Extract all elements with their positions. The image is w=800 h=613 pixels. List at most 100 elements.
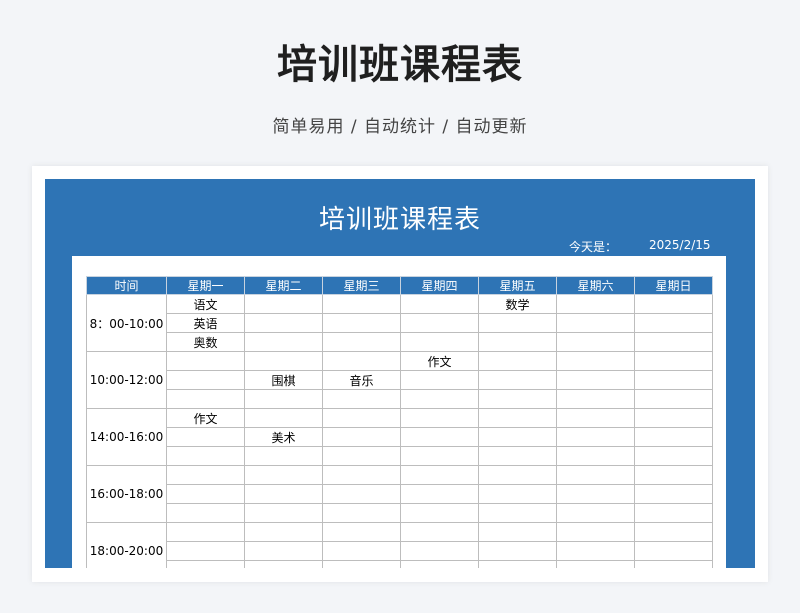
- course-cell[interactable]: [556, 522, 635, 542]
- course-cell[interactable]: [400, 408, 479, 428]
- course-cell[interactable]: [166, 389, 245, 409]
- course-cell[interactable]: [322, 503, 401, 523]
- course-cell[interactable]: [166, 465, 245, 485]
- course-cell[interactable]: [322, 389, 401, 409]
- course-cell[interactable]: 音乐: [322, 370, 401, 390]
- course-cell[interactable]: [244, 332, 323, 352]
- course-cell[interactable]: [478, 541, 557, 561]
- course-cell[interactable]: [166, 541, 245, 561]
- course-cell[interactable]: [478, 332, 557, 352]
- time-slot-cell[interactable]: 10:00-12:00: [86, 351, 167, 409]
- course-cell[interactable]: [634, 484, 713, 504]
- course-cell[interactable]: [478, 351, 557, 371]
- course-cell[interactable]: [556, 294, 635, 314]
- course-cell[interactable]: [400, 313, 479, 333]
- course-cell[interactable]: [166, 351, 245, 371]
- course-cell[interactable]: [244, 351, 323, 371]
- course-cell[interactable]: [322, 541, 401, 561]
- course-cell[interactable]: [244, 408, 323, 428]
- course-cell[interactable]: [478, 389, 557, 409]
- course-cell[interactable]: [244, 560, 323, 568]
- course-cell[interactable]: [166, 427, 245, 447]
- column-header[interactable]: 星期四: [400, 276, 479, 295]
- course-cell[interactable]: [478, 503, 557, 523]
- course-cell[interactable]: 美术: [244, 427, 323, 447]
- course-cell[interactable]: [400, 522, 479, 542]
- course-cell[interactable]: [556, 408, 635, 428]
- time-slot-cell[interactable]: 14:00-16:00: [86, 408, 167, 466]
- column-header[interactable]: 星期三: [322, 276, 401, 295]
- time-slot-cell[interactable]: 16:00-18:00: [86, 465, 167, 523]
- course-cell[interactable]: [478, 408, 557, 428]
- course-cell[interactable]: [634, 332, 713, 352]
- course-cell[interactable]: [634, 370, 713, 390]
- course-cell[interactable]: [634, 294, 713, 314]
- course-cell[interactable]: [400, 427, 479, 447]
- course-cell[interactable]: [634, 541, 713, 561]
- course-cell[interactable]: 作文: [400, 351, 479, 371]
- course-cell[interactable]: [400, 503, 479, 523]
- course-cell[interactable]: [244, 522, 323, 542]
- course-cell[interactable]: [244, 484, 323, 504]
- course-cell[interactable]: [322, 427, 401, 447]
- course-cell[interactable]: [400, 332, 479, 352]
- course-cell[interactable]: [556, 541, 635, 561]
- course-cell[interactable]: [244, 389, 323, 409]
- course-cell[interactable]: [322, 465, 401, 485]
- course-cell[interactable]: [634, 465, 713, 485]
- course-cell[interactable]: [166, 484, 245, 504]
- course-cell[interactable]: [400, 541, 479, 561]
- course-cell[interactable]: [556, 332, 635, 352]
- course-cell[interactable]: [400, 294, 479, 314]
- course-cell[interactable]: [634, 313, 713, 333]
- column-header[interactable]: 星期六: [556, 276, 635, 295]
- column-header[interactable]: 星期日: [634, 276, 713, 295]
- course-cell[interactable]: [322, 484, 401, 504]
- course-cell[interactable]: [400, 465, 479, 485]
- date-value[interactable]: 2025/2/15: [649, 238, 711, 252]
- column-header[interactable]: 时间: [86, 276, 167, 295]
- course-cell[interactable]: [556, 503, 635, 523]
- course-cell[interactable]: [478, 446, 557, 466]
- course-cell[interactable]: [322, 294, 401, 314]
- course-cell[interactable]: [400, 370, 479, 390]
- course-cell[interactable]: [634, 503, 713, 523]
- course-cell[interactable]: [634, 389, 713, 409]
- course-cell[interactable]: [322, 446, 401, 466]
- course-cell[interactable]: [478, 465, 557, 485]
- course-cell[interactable]: [556, 427, 635, 447]
- course-cell[interactable]: [556, 465, 635, 485]
- course-cell[interactable]: [166, 522, 245, 542]
- course-cell[interactable]: [400, 560, 479, 568]
- course-cell[interactable]: [400, 484, 479, 504]
- course-cell[interactable]: [322, 408, 401, 428]
- course-cell[interactable]: [478, 484, 557, 504]
- course-cell[interactable]: [244, 446, 323, 466]
- column-header[interactable]: 星期二: [244, 276, 323, 295]
- course-cell[interactable]: [244, 465, 323, 485]
- course-cell[interactable]: [322, 522, 401, 542]
- course-cell[interactable]: [244, 503, 323, 523]
- course-cell[interactable]: [634, 560, 713, 568]
- course-cell[interactable]: [400, 389, 479, 409]
- course-cell[interactable]: [322, 332, 401, 352]
- course-cell[interactable]: [244, 294, 323, 314]
- course-cell[interactable]: [322, 313, 401, 333]
- course-cell[interactable]: [244, 541, 323, 561]
- course-cell[interactable]: [322, 560, 401, 568]
- course-cell[interactable]: [166, 370, 245, 390]
- course-cell[interactable]: [556, 446, 635, 466]
- course-cell[interactable]: [400, 446, 479, 466]
- course-cell[interactable]: [478, 560, 557, 568]
- course-cell[interactable]: [634, 427, 713, 447]
- course-cell[interactable]: [634, 522, 713, 542]
- course-cell[interactable]: [556, 370, 635, 390]
- course-cell[interactable]: [556, 351, 635, 371]
- course-cell[interactable]: 作文: [166, 408, 245, 428]
- course-cell[interactable]: [634, 408, 713, 428]
- course-cell[interactable]: [634, 351, 713, 371]
- course-cell[interactable]: 奥数: [166, 332, 245, 352]
- course-cell[interactable]: [322, 351, 401, 371]
- course-cell[interactable]: [634, 446, 713, 466]
- course-cell[interactable]: [166, 560, 245, 568]
